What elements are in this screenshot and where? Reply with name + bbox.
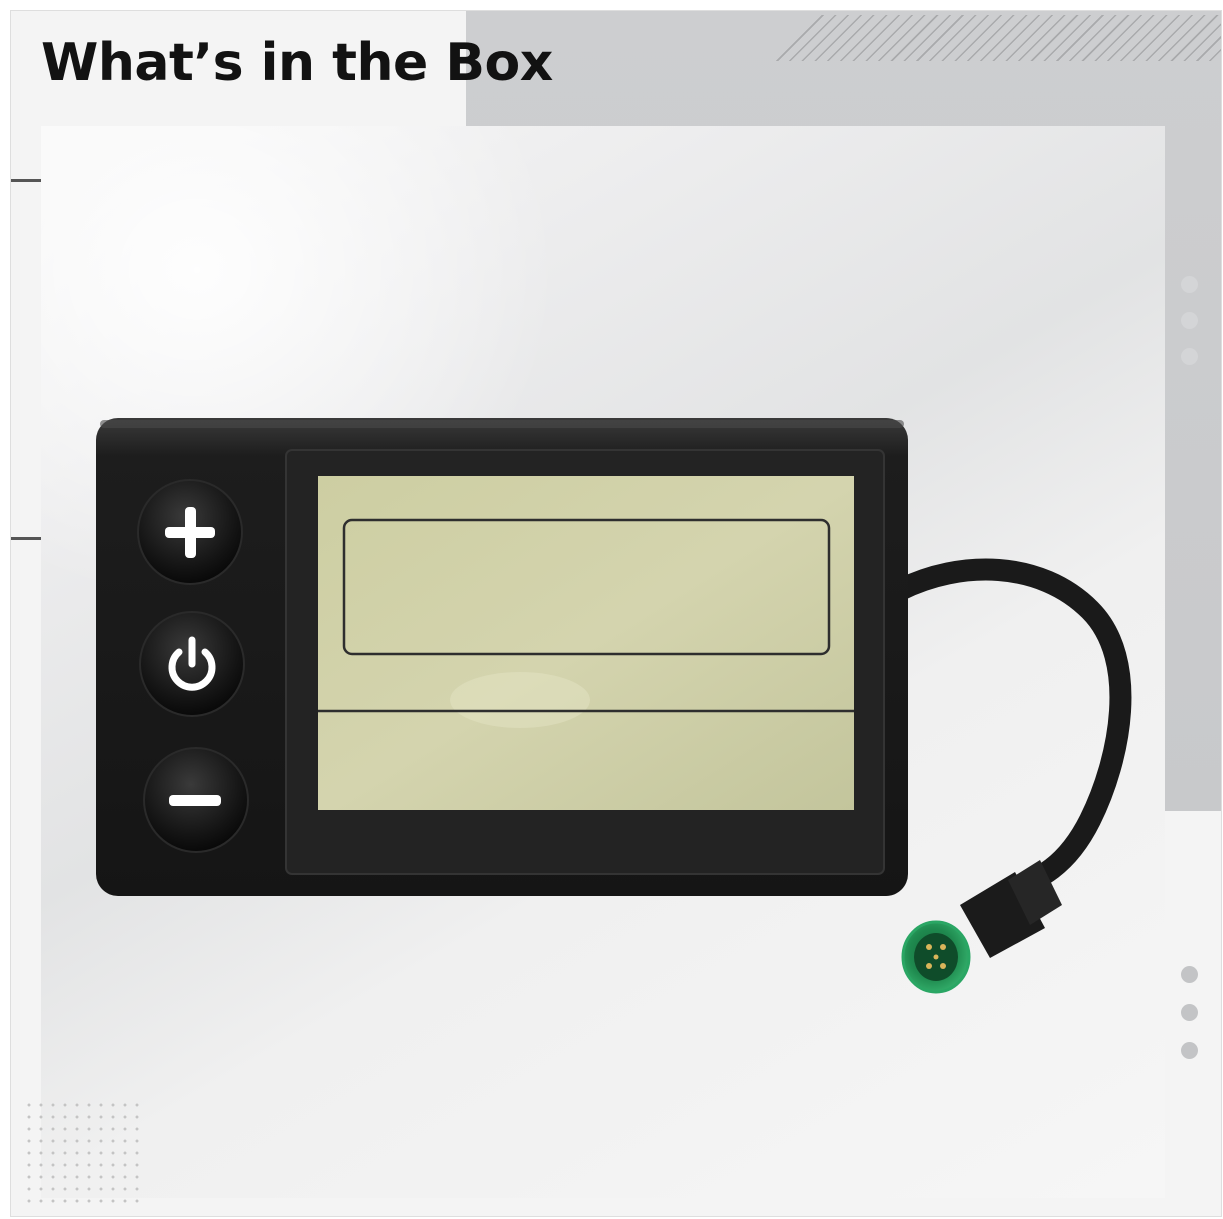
minus-icon [169, 795, 221, 806]
minus-button[interactable] [143, 747, 249, 853]
connector-plug [901, 860, 1062, 994]
plus-button[interactable] [137, 479, 243, 585]
lcd-display-device [96, 418, 1132, 994]
power-button[interactable] [139, 611, 245, 717]
lcd-screen [318, 476, 854, 810]
cable [889, 558, 1132, 901]
